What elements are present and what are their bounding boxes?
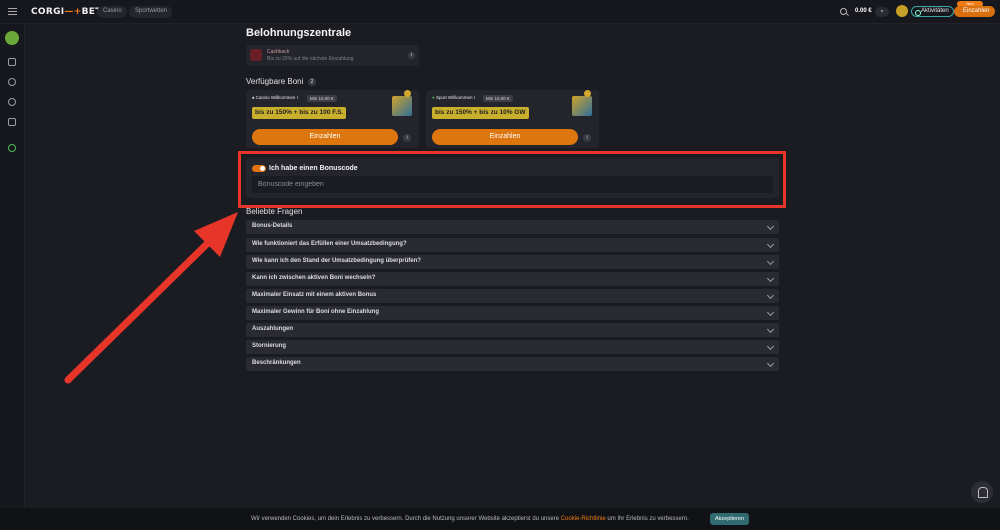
- cookie-bar: Wir verwenden Cookies, um dein Erlebnis …: [0, 508, 1000, 530]
- annotation-arrow: [64, 212, 238, 384]
- annotation-arrow-shaft: [64, 234, 217, 384]
- cookie-text-before: Wir verwenden Cookies, um dein Erlebnis …: [251, 516, 561, 522]
- accept-cookies-button[interactable]: Akzeptieren: [710, 513, 749, 525]
- cookie-text: Wir verwenden Cookies, um dein Erlebnis …: [251, 516, 689, 522]
- support-chat-icon[interactable]: [971, 481, 993, 503]
- cookie-text-after: um Ihr Erlebnis zu verbessern.: [605, 516, 689, 522]
- cookie-policy-link[interactable]: Cookie-Richtlinie: [561, 516, 606, 522]
